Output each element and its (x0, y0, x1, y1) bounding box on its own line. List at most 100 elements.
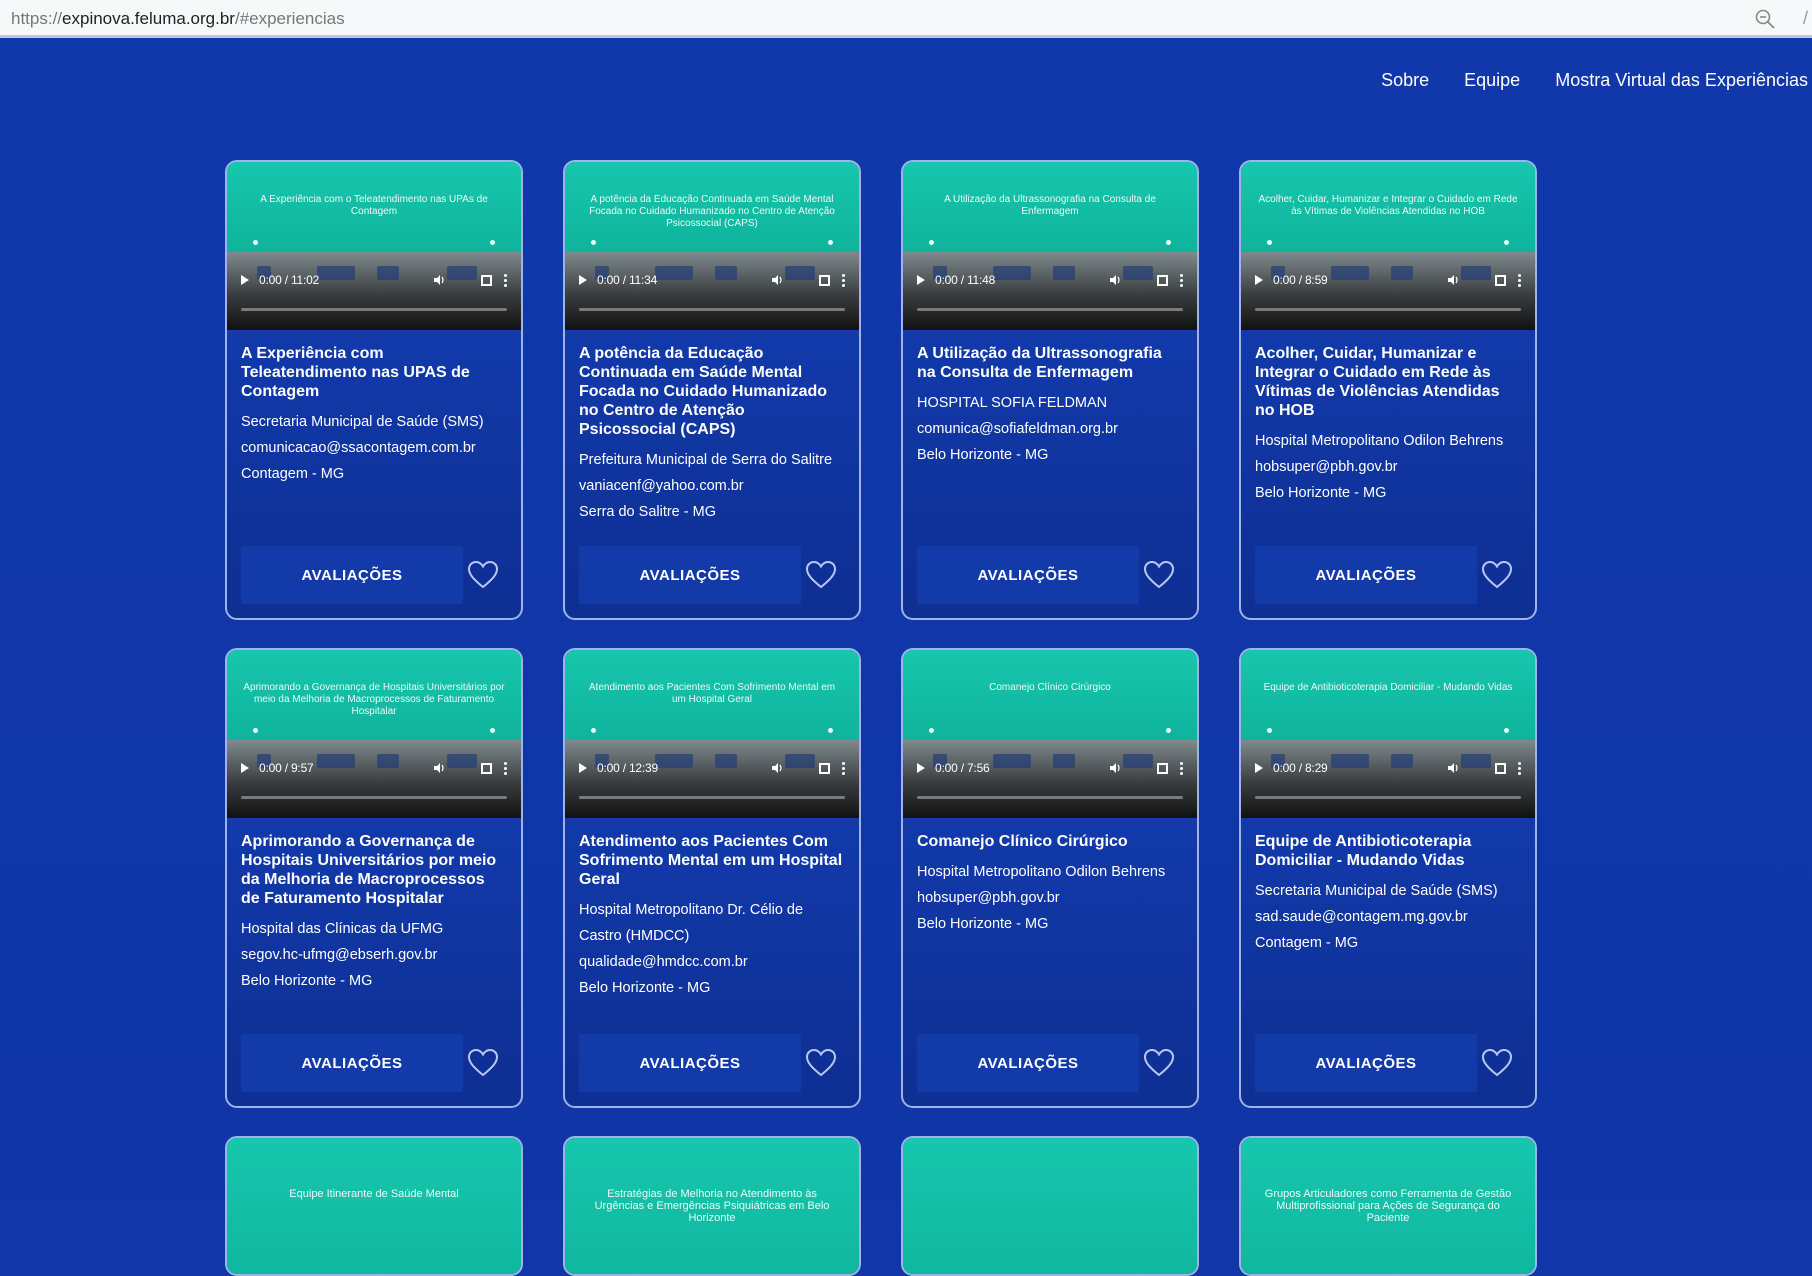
avaliacoes-button[interactable]: AVALIAÇÕES (241, 546, 463, 604)
play-icon[interactable] (1255, 275, 1263, 285)
avaliacoes-button[interactable]: AVALIAÇÕES (579, 1034, 801, 1092)
video-slide-title: Acolher, Cuidar, Humanizar e Integrar o … (1258, 194, 1518, 217)
volume-icon[interactable] (433, 274, 445, 286)
card-body: Acolher, Cuidar, Humanizar e Integrar o … (1241, 330, 1535, 506)
more-options-icon[interactable] (1518, 761, 1521, 775)
volume-icon[interactable] (1109, 274, 1121, 286)
play-icon[interactable] (917, 763, 925, 773)
card-actions: AVALIAÇÕES (579, 1034, 845, 1092)
experience-organization: Secretaria Municipal de Saúde (SMS) (241, 414, 484, 430)
fullscreen-icon[interactable] (1157, 762, 1168, 774)
experience-city: Contagem - MG (1255, 935, 1359, 951)
experience-city: Serra do Salitre - MG (579, 504, 716, 520)
video-player[interactable] (903, 1138, 1197, 1274)
experiences-grid: A Experiência com o Teleatendimento nas … (225, 160, 1537, 1276)
play-icon[interactable] (1255, 763, 1263, 773)
experience-email: qualidade@hmdcc.com.br (579, 954, 748, 970)
heart-icon[interactable] (1481, 560, 1513, 590)
video-player[interactable]: Equipe Itinerante de Saúde Mental (227, 1138, 521, 1274)
more-options-icon[interactable] (842, 761, 845, 775)
volume-icon[interactable] (1447, 762, 1459, 774)
avaliacoes-button[interactable]: AVALIAÇÕES (917, 1034, 1139, 1092)
video-player[interactable]: Aprimorando a Governança de Hospitais Un… (227, 650, 521, 818)
volume-icon[interactable] (433, 762, 445, 774)
more-options-icon[interactable] (1180, 273, 1183, 287)
zoom-out-icon[interactable] (1754, 8, 1776, 30)
experience-title: Equipe de Antibioticoterapia Domiciliar … (1255, 833, 1472, 869)
nav-link-equipe[interactable]: Equipe (1464, 70, 1520, 91)
card-actions: AVALIAÇÕES (1255, 1034, 1521, 1092)
more-options-icon[interactable] (504, 761, 507, 775)
video-player[interactable]: A Experiência com o Teleatendimento nas … (227, 162, 521, 330)
heart-icon[interactable] (1143, 560, 1175, 590)
video-player[interactable]: A Utilização da Ultrassonografia na Cons… (903, 162, 1197, 330)
video-player[interactable]: Estratégias de Melhoria no Atendimento à… (565, 1138, 859, 1274)
slide-dots (591, 728, 833, 734)
video-progress-bar[interactable] (241, 796, 507, 799)
volume-icon[interactable] (771, 274, 783, 286)
heart-icon[interactable] (805, 560, 837, 590)
more-options-icon[interactable] (1180, 761, 1183, 775)
play-icon[interactable] (579, 763, 587, 773)
video-time: 0:00 / 8:29 (1273, 761, 1328, 775)
fullscreen-icon[interactable] (481, 762, 492, 774)
play-icon[interactable] (917, 275, 925, 285)
fullscreen-icon[interactable] (481, 274, 492, 286)
video-player[interactable]: Acolher, Cuidar, Humanizar e Integrar o … (1241, 162, 1535, 330)
fullscreen-icon[interactable] (1495, 762, 1506, 774)
fullscreen-icon[interactable] (819, 762, 830, 774)
avaliacoes-button[interactable]: AVALIAÇÕES (579, 546, 801, 604)
nav-link-sobre[interactable]: Sobre (1381, 70, 1429, 91)
volume-icon[interactable] (771, 762, 783, 774)
avaliacoes-button[interactable]: AVALIAÇÕES (1255, 546, 1477, 604)
video-slide-title: Comanejo Clínico Cirúrgico (989, 682, 1111, 693)
avaliacoes-button[interactable]: AVALIAÇÕES (1255, 1034, 1477, 1092)
slide-dots (929, 240, 1171, 246)
heart-icon[interactable] (467, 560, 499, 590)
video-player[interactable]: Grupos Articuladores como Ferramenta de … (1241, 1138, 1535, 1274)
card-actions: AVALIAÇÕES (241, 546, 507, 604)
experience-email: comunicacao@ssacontagem.com.br (241, 440, 476, 456)
url-text[interactable]: https://expinova.feluma.org.br/#experien… (11, 9, 345, 29)
browser-address-bar[interactable]: https://expinova.feluma.org.br/#experien… (0, 0, 1812, 38)
fullscreen-icon[interactable] (819, 274, 830, 286)
video-player[interactable]: Comanejo Clínico Cirúrgico 0:00 / 7:56 (903, 650, 1197, 818)
video-player[interactable]: Equipe de Antibioticoterapia Domiciliar … (1241, 650, 1535, 818)
video-slide (227, 1138, 521, 1274)
nav-link-mostra-virtual[interactable]: Mostra Virtual das Experiências (1555, 70, 1808, 91)
video-progress-bar[interactable] (1255, 796, 1521, 799)
volume-icon[interactable] (1109, 762, 1121, 774)
url-prefix: https:// (11, 9, 63, 28)
fullscreen-icon[interactable] (1495, 274, 1506, 286)
video-slide-title: Estratégias de Melhoria no Atendimento à… (594, 1188, 830, 1224)
heart-icon[interactable] (1481, 1048, 1513, 1078)
video-controls: 0:00 / 11:34 (579, 270, 845, 290)
more-options-icon[interactable] (842, 273, 845, 287)
video-progress-bar[interactable] (917, 796, 1183, 799)
more-options-icon[interactable] (504, 273, 507, 287)
play-icon[interactable] (241, 275, 249, 285)
more-options-icon[interactable] (1518, 273, 1521, 287)
video-progress-bar[interactable] (579, 796, 845, 799)
experience-city: Belo Horizonte - MG (579, 980, 711, 996)
video-slide-title: Aprimorando a Governança de Hospitais Un… (243, 682, 505, 717)
heart-icon[interactable] (1143, 1048, 1175, 1078)
heart-icon[interactable] (805, 1048, 837, 1078)
avaliacoes-button[interactable]: AVALIAÇÕES (241, 1034, 463, 1092)
volume-icon[interactable] (1447, 274, 1459, 286)
heart-icon[interactable] (467, 1048, 499, 1078)
video-progress-bar[interactable] (241, 308, 507, 311)
play-icon[interactable] (241, 763, 249, 773)
video-progress-bar[interactable] (1255, 308, 1521, 311)
video-player[interactable]: A potência da Educação Continuada em Saú… (565, 162, 859, 330)
play-icon[interactable] (579, 275, 587, 285)
video-controls: 0:00 / 11:48 (917, 270, 1183, 290)
video-slide-title: Atendimento aos Pacientes Com Sofrimento… (588, 682, 836, 705)
video-controls: 0:00 / 9:57 (241, 758, 507, 778)
video-player[interactable]: Atendimento aos Pacientes Com Sofrimento… (565, 650, 859, 818)
avaliacoes-button[interactable]: AVALIAÇÕES (917, 546, 1139, 604)
video-controls: 0:00 / 11:02 (241, 270, 507, 290)
video-progress-bar[interactable] (579, 308, 845, 311)
video-progress-bar[interactable] (917, 308, 1183, 311)
fullscreen-icon[interactable] (1157, 274, 1168, 286)
